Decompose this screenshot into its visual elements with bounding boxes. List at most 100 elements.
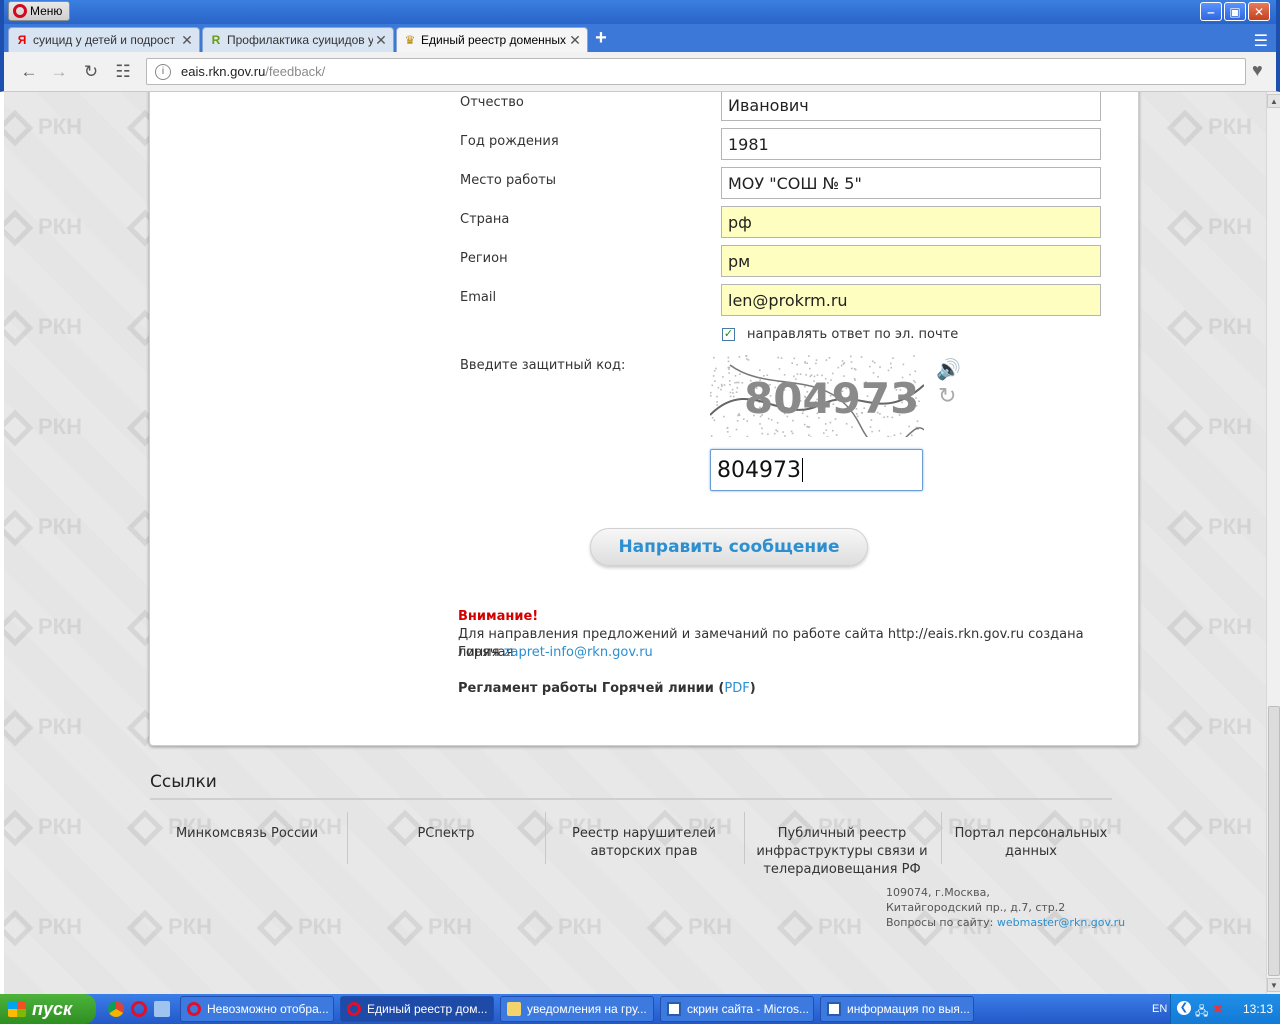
watermark-mark: РКН bbox=[646, 909, 732, 947]
birth-year-input[interactable]: 1981 bbox=[721, 128, 1101, 160]
forward-arrow-icon[interactable]: → bbox=[48, 61, 70, 83]
patronymic-input[interactable]: Иванович bbox=[721, 92, 1101, 121]
country-input[interactable]: рф bbox=[721, 206, 1101, 238]
watermark-mark: РКН bbox=[4, 209, 82, 247]
tray-expand-icon[interactable]: ❮ bbox=[1177, 1001, 1191, 1015]
scroll-down-icon[interactable]: ▼ bbox=[1267, 978, 1280, 992]
site-favicon-icon: R bbox=[211, 33, 221, 47]
yandex-favicon-icon: Я bbox=[17, 33, 27, 47]
feedback-form-card: Отчество Иванович Год рождения 1981 Мест… bbox=[149, 92, 1139, 746]
hotline-email-link[interactable]: zapret-info@rkn.gov.ru bbox=[504, 645, 653, 660]
minimize-icon[interactable]: ‒ bbox=[1200, 2, 1222, 21]
notice-title: Внимание! bbox=[458, 609, 539, 624]
footer-link-copyright-registry[interactable]: Реестр нарушителей авторских прав bbox=[549, 825, 739, 861]
watermark-mark: РКН bbox=[4, 609, 82, 647]
watermark-mark: РКН bbox=[1166, 909, 1252, 947]
watermark-mark: РКН bbox=[4, 909, 82, 947]
opera-icon bbox=[347, 1002, 361, 1016]
region-input[interactable]: рм bbox=[721, 245, 1101, 277]
watermark-mark: РКН bbox=[776, 909, 862, 947]
tab-registry[interactable]: ♛ Единый реестр доменных и ✕ bbox=[396, 27, 588, 52]
email-label: Email bbox=[460, 290, 497, 305]
url-path: /feedback/ bbox=[265, 64, 326, 79]
taskbar-item-active[interactable]: Единый реестр дом... bbox=[340, 996, 494, 1022]
speed-dial-grid-icon[interactable]: ☷ bbox=[112, 61, 134, 83]
word-document-icon bbox=[667, 1002, 681, 1016]
footer-questions: Вопросы по сайту: webmaster@rkn.gov.ru bbox=[886, 916, 1126, 929]
opera-quicklaunch-icon[interactable] bbox=[131, 1001, 147, 1017]
taskbar-item[interactable]: уведомления на гру... bbox=[500, 996, 654, 1022]
watermark-mark: РКН bbox=[1166, 109, 1252, 147]
captcha-text: 804973 bbox=[744, 374, 919, 423]
network-icon[interactable]: 🖧 bbox=[1195, 1002, 1208, 1023]
taskbar-item[interactable]: информация по выя... bbox=[820, 996, 974, 1022]
watermark-mark: РКН bbox=[1166, 609, 1252, 647]
opera-logo-icon bbox=[13, 4, 27, 18]
close-tab-icon[interactable]: ✕ bbox=[567, 32, 583, 49]
footer-link-public-registry[interactable]: Публичный реестр инфраструктуры связи и те… bbox=[747, 825, 937, 879]
close-tab-icon[interactable]: ✕ bbox=[373, 32, 389, 49]
submit-message-button[interactable]: Направить сообщение bbox=[590, 528, 868, 566]
page-viewport: РКН РКН РКН РКН РКН РКН РКН РКН РКН РКН РКН РКН РКН Р… bbox=[4, 92, 1266, 994]
captcha-refresh-icon[interactable]: ↻ bbox=[938, 383, 956, 409]
footer-link-minkomsvyaz[interactable]: Минкомсвязь России bbox=[152, 825, 342, 843]
start-button[interactable]: пуск bbox=[0, 994, 96, 1024]
watermark-mark: РКН bbox=[1166, 409, 1252, 447]
browser-titlebar: Меню ‒ ▣ ✕ bbox=[0, 0, 1280, 24]
footer-link-personal-data[interactable]: Портал персональных данных bbox=[936, 825, 1126, 861]
captcha-input[interactable]: 804973 bbox=[710, 449, 923, 491]
maximize-icon[interactable]: ▣ bbox=[1224, 2, 1246, 21]
webmaster-email-link[interactable]: webmaster@rkn.gov.ru bbox=[997, 916, 1125, 929]
workplace-label: Место работы bbox=[460, 173, 557, 188]
new-tab-plus-icon[interactable]: + bbox=[592, 28, 610, 48]
bookmark-heart-icon[interactable]: ♥ bbox=[1252, 60, 1263, 81]
tab-title: Единый реестр доменных и bbox=[421, 33, 567, 47]
scroll-up-icon[interactable]: ▲ bbox=[1267, 94, 1280, 108]
region-label: Регион bbox=[460, 251, 508, 266]
desktop-quicklaunch-icon[interactable] bbox=[154, 1001, 170, 1017]
tab-search[interactable]: Я суицид у детей и подрост ✕ bbox=[8, 27, 200, 52]
close-tab-icon[interactable]: ✕ bbox=[179, 32, 195, 49]
workplace-input[interactable]: МОУ "СОШ № 5" bbox=[721, 167, 1101, 199]
tab-title: суицид у детей и подрост bbox=[33, 33, 176, 47]
email-input[interactable]: len@prokrm.ru bbox=[721, 284, 1101, 316]
security-alert-icon[interactable]: ✖ bbox=[1213, 1002, 1223, 1016]
address-bar[interactable]: i eais.rkn.gov.ru/feedback/ bbox=[146, 58, 1246, 85]
watermark-mark: РКН bbox=[4, 509, 82, 547]
vertical-scrollbar[interactable]: ▲ ▼ bbox=[1266, 92, 1280, 994]
watermark-mark: РКН bbox=[4, 309, 82, 347]
language-indicator[interactable]: EN bbox=[1152, 1003, 1167, 1015]
captcha-image: 804973 bbox=[710, 355, 924, 437]
captcha-input-value: 804973 bbox=[717, 457, 801, 483]
close-window-icon[interactable]: ✕ bbox=[1248, 2, 1270, 21]
reload-icon[interactable]: ↻ bbox=[80, 61, 102, 83]
taskbar-item[interactable]: скрин сайта - Micros... bbox=[660, 996, 814, 1022]
tab-prevention[interactable]: R Профилактика суицидов у д ✕ bbox=[202, 27, 394, 52]
watermark-mark: РКН bbox=[4, 709, 82, 747]
navigation-toolbar: ← → ↻ ☷ i eais.rkn.gov.ru/feedback/ ♥ bbox=[0, 52, 1280, 92]
watermark-mark: РКН bbox=[126, 909, 212, 947]
reglament-line: Регламент работы Горячей линии (PDF) bbox=[458, 681, 756, 696]
footer-link-rspektr[interactable]: РСпектр bbox=[351, 825, 541, 843]
scrollbar-thumb[interactable] bbox=[1268, 706, 1280, 976]
reglament-pdf-link[interactable]: PDF bbox=[724, 681, 749, 696]
footer-address-line2: Китайгородский пр., д.7, стр.2 bbox=[886, 901, 1066, 914]
email-reply-checkbox[interactable]: ✓ bbox=[722, 328, 735, 341]
footer-address-line1: 109074, г.Москва, bbox=[886, 886, 990, 899]
footer-divider bbox=[744, 812, 745, 864]
chrome-quicklaunch-icon[interactable] bbox=[108, 1001, 124, 1017]
word-document-icon bbox=[827, 1002, 841, 1016]
footer-divider bbox=[545, 812, 546, 864]
captcha-audio-icon[interactable]: 🔊 bbox=[936, 357, 961, 382]
windows-flag-icon bbox=[8, 1001, 26, 1017]
tab-bar: Я суицид у детей и подрост ✕ R Профилакт… bbox=[0, 24, 1280, 52]
watermark-mark: РКН bbox=[4, 409, 82, 447]
opera-menu-button[interactable]: Меню bbox=[8, 1, 70, 21]
site-info-icon[interactable]: i bbox=[155, 64, 171, 80]
watermark-mark: РКН bbox=[1166, 809, 1252, 847]
clock[interactable]: 13:13 bbox=[1243, 1002, 1273, 1016]
tab-menu-icon[interactable]: ☰ bbox=[1254, 31, 1268, 51]
back-arrow-icon[interactable]: ← bbox=[18, 61, 40, 83]
opera-menu-label: Меню bbox=[30, 4, 63, 18]
taskbar-item[interactable]: Невозможно отобра... bbox=[180, 996, 334, 1022]
